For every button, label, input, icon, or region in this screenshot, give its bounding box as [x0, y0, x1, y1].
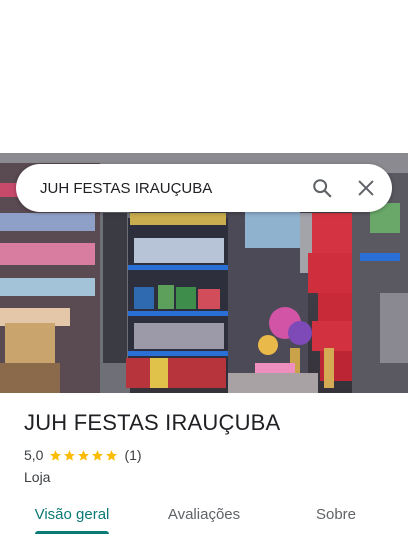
- close-button[interactable]: [348, 170, 384, 206]
- place-info: JUH FESTAS IRAUÇUBA 5,0 (1) Loja: [24, 406, 392, 486]
- active-tab-indicator: [35, 531, 109, 534]
- tab-bar: Visão geral Avaliações Sobre: [0, 494, 408, 538]
- close-icon: [358, 180, 374, 196]
- search-input[interactable]: JUH FESTAS IRAUÇUBA: [16, 180, 304, 197]
- star-icon: [106, 449, 118, 461]
- place-page: JUH FESTAS IRAUÇUBA JUH FESTAS IRAUÇUBA …: [0, 0, 408, 546]
- rating-row[interactable]: 5,0 (1): [24, 446, 392, 464]
- tab-label: Visão geral: [34, 506, 110, 523]
- star-icon: [64, 449, 76, 461]
- search-bar[interactable]: JUH FESTAS IRAUÇUBA: [16, 164, 392, 212]
- tab-label: Sobre: [315, 506, 357, 523]
- review-count[interactable]: (1): [124, 447, 141, 463]
- tab-overview[interactable]: Visão geral: [0, 494, 144, 538]
- star-icon: [92, 449, 104, 461]
- search-icon: [313, 179, 332, 198]
- tab-label: Avaliações: [167, 506, 241, 523]
- star-icon: [50, 449, 62, 461]
- place-category: Loja: [24, 469, 51, 485]
- tab-reviews[interactable]: Avaliações: [144, 494, 264, 538]
- tab-about[interactable]: Sobre: [264, 494, 408, 538]
- place-title: JUH FESTAS IRAUÇUBA: [24, 410, 281, 435]
- search-button[interactable]: [304, 170, 340, 206]
- star-icon: [78, 449, 90, 461]
- rating-value: 5,0: [24, 447, 44, 463]
- star-rating: [49, 449, 118, 462]
